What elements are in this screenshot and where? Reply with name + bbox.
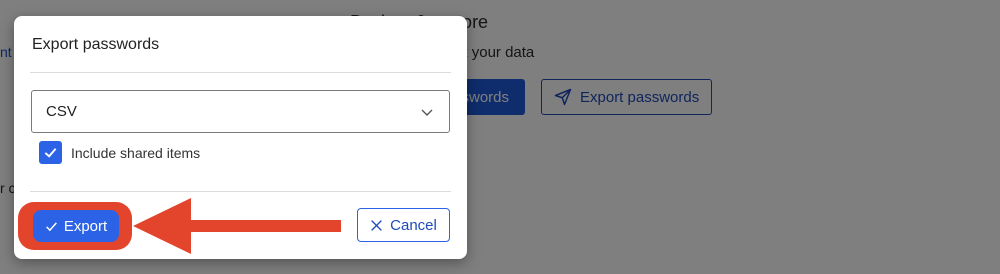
include-shared-checkbox[interactable] (39, 141, 62, 164)
dialog-title: Export passwords (32, 36, 160, 53)
page: Backup & restore Back up or export your … (0, 0, 1000, 274)
checkmark-icon (44, 148, 57, 158)
format-select[interactable]: CSV (31, 90, 450, 133)
dialog-divider-top (30, 72, 451, 73)
cancel-button[interactable]: Cancel (357, 208, 450, 242)
cancel-button-label: Cancel (390, 216, 437, 234)
include-shared-row[interactable]: Include shared items (39, 141, 200, 164)
dialog-divider-bottom (30, 191, 451, 192)
close-icon (371, 219, 382, 231)
export-button[interactable]: Export (33, 210, 119, 242)
export-button-label: Export (63, 217, 108, 235)
check-icon (45, 221, 57, 231)
format-select-value: CSV (46, 103, 77, 120)
include-shared-label: Include shared items (71, 144, 201, 161)
chevron-down-icon (421, 109, 433, 116)
annotation-arrow-icon (133, 198, 341, 254)
